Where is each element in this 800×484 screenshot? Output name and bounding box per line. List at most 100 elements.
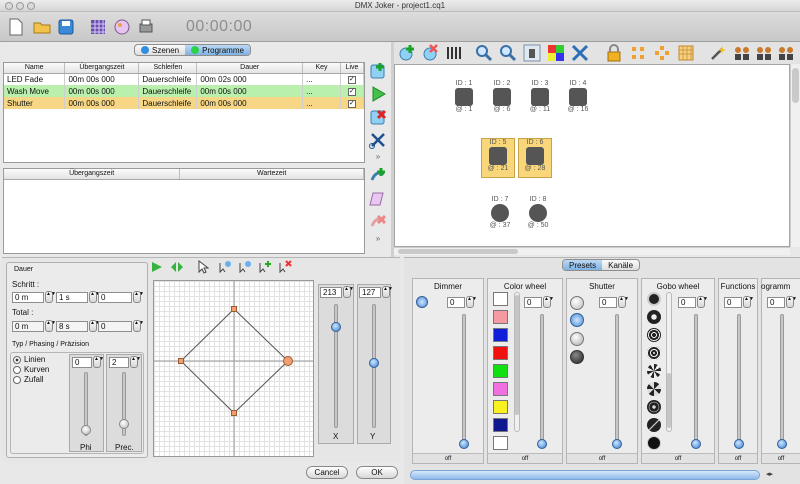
ok-button[interactable]: OK: [356, 466, 398, 479]
schritt-seconds-field[interactable]: 1 s: [56, 292, 88, 303]
zoom-out-icon[interactable]: [498, 42, 518, 64]
grid-small-icon[interactable]: [628, 42, 648, 64]
gobo-wheel-off-button[interactable]: off: [642, 453, 714, 463]
grid-full-icon[interactable]: [676, 42, 696, 64]
delete-program-icon[interactable]: [367, 106, 389, 128]
phi-slider-knob[interactable]: [81, 425, 91, 435]
total-ms-stepper[interactable]: ▲▼: [133, 320, 144, 332]
y-slider-knob[interactable]: [369, 358, 379, 368]
color-swatch-white[interactable]: [493, 292, 508, 306]
shutter-strobe-icon[interactable]: [570, 313, 584, 327]
color-wheel-slider-track[interactable]: [540, 314, 544, 448]
color-wheel-stepper[interactable]: ▲▼: [543, 296, 554, 308]
dimmer-preset-icon[interactable]: [416, 296, 428, 308]
add-point-tool-icon[interactable]: [218, 260, 232, 274]
gobo-7-icon[interactable]: [647, 400, 661, 414]
live-checkbox[interactable]: ✓: [347, 76, 356, 85]
functions-off-button[interactable]: off: [719, 453, 757, 463]
live-checkbox[interactable]: ✓: [347, 88, 356, 96]
path-point[interactable]: [231, 410, 237, 416]
table-row[interactable]: Shutter 00m 00s 000 Dauerschleife 00m 00…: [4, 97, 365, 109]
delete-step-icon[interactable]: [367, 211, 389, 233]
dimmer-off-button[interactable]: off: [413, 453, 483, 463]
programm-value-field[interactable]: 0: [767, 297, 785, 308]
crosshair-point-icon[interactable]: [283, 356, 293, 366]
color-swatch-green[interactable]: [493, 364, 508, 378]
fixture-3[interactable]: ID : 3 @ : 11: [523, 80, 557, 120]
color-palette-icon[interactable]: [112, 16, 132, 38]
colors-icon[interactable]: [546, 42, 566, 64]
color-swatch-pink[interactable]: [493, 310, 508, 324]
group-fixtures-2-icon[interactable]: [754, 42, 774, 64]
add-program-icon[interactable]: [367, 60, 389, 82]
stage-horizontal-scrollbar[interactable]: [394, 247, 790, 255]
gobo-3-icon[interactable]: [647, 328, 661, 342]
color-swatch-red[interactable]: [493, 346, 508, 360]
dimmer-value-field[interactable]: 0: [447, 297, 465, 308]
prec-slider-knob[interactable]: [119, 419, 129, 429]
add-fixture-icon[interactable]: [396, 42, 416, 64]
functions-value-field[interactable]: 0: [724, 297, 742, 308]
shutter-slider-knob[interactable]: [612, 439, 622, 449]
dimmer-slider-track[interactable]: [462, 314, 466, 448]
color-wheel-list-scrollbar[interactable]: [514, 292, 520, 432]
tab-programme[interactable]: Programme: [185, 45, 250, 55]
color-swatch-blue[interactable]: [493, 328, 508, 342]
pointer-tool-icon[interactable]: [196, 260, 210, 274]
tab-presets[interactable]: Presets: [563, 260, 603, 270]
grid-circle-icon[interactable]: [652, 42, 672, 64]
open-folder-icon[interactable]: [32, 16, 52, 38]
magic-wand-icon[interactable]: [708, 42, 728, 64]
cut-icon[interactable]: [367, 129, 389, 151]
fixture-5[interactable]: ID : 5 @ : 21: [481, 138, 515, 178]
color-swatch-white-2[interactable]: [493, 436, 508, 450]
gobo-wheel-stepper[interactable]: ▲▼: [697, 296, 708, 308]
cell-key[interactable]: ...: [302, 85, 341, 97]
column-header-transition[interactable]: Übergangszeit: [64, 63, 140, 74]
shutter-stepper[interactable]: ▲▼: [618, 296, 629, 308]
column-header-name[interactable]: Name: [4, 63, 66, 74]
color-swatch-yellow[interactable]: [493, 400, 508, 414]
collapse-arrow-icon-2[interactable]: »: [367, 232, 389, 244]
shutter-pulse-icon[interactable]: [570, 332, 584, 346]
patch-icon[interactable]: [444, 42, 464, 64]
schritt-ms-field[interactable]: 0: [98, 292, 132, 303]
gobo-wheel-slider-track[interactable]: [694, 314, 698, 448]
remove-fixture-icon[interactable]: [420, 42, 440, 64]
shutter-off-button[interactable]: off: [567, 453, 637, 463]
column-header-step-transition[interactable]: Übergangszeit: [4, 169, 181, 180]
dimmer-stepper[interactable]: ▲▼: [466, 296, 477, 308]
group-fixtures-icon[interactable]: [732, 42, 752, 64]
path-point[interactable]: [231, 306, 237, 312]
group-fixtures-3-icon[interactable]: [776, 42, 796, 64]
x-value-field[interactable]: 213: [320, 287, 342, 298]
schritt-seconds-stepper[interactable]: ▲▼: [89, 291, 100, 303]
move-point-tool-icon[interactable]: [238, 260, 252, 274]
cell-key[interactable]: ...: [302, 97, 341, 109]
xy-pad[interactable]: [153, 280, 314, 457]
prec-stepper[interactable]: ▲▼: [130, 356, 141, 368]
color-swatch-magenta[interactable]: [493, 382, 508, 396]
shutter-value-field[interactable]: 0: [599, 297, 617, 308]
tab-kanaele[interactable]: Kanäle: [602, 260, 639, 270]
x-slider-knob[interactable]: [331, 322, 341, 332]
fixture-6[interactable]: ID : 6 @ : 28: [518, 138, 552, 178]
schritt-minutes-field[interactable]: 0 m: [12, 292, 44, 303]
gobo-6-icon[interactable]: [647, 382, 661, 396]
lock-icon[interactable]: [604, 42, 624, 64]
tab-szenen[interactable]: Szenen: [135, 45, 185, 55]
total-seconds-stepper[interactable]: ▲▼: [89, 320, 100, 332]
shutter-open-icon[interactable]: [570, 296, 584, 310]
shutter-slider-track[interactable]: [615, 314, 619, 448]
play-effect-icon[interactable]: [150, 260, 164, 274]
play-program-icon[interactable]: [367, 83, 389, 105]
dimmer-slider-knob[interactable]: [459, 439, 469, 449]
live-checkbox[interactable]: ✓: [347, 100, 356, 108]
column-header-duration[interactable]: Dauer: [196, 63, 304, 74]
column-header-wait[interactable]: Wartezeit: [179, 169, 364, 180]
add-step-icon[interactable]: [367, 165, 389, 187]
schritt-ms-stepper[interactable]: ▲▼: [133, 291, 144, 303]
delete-point-tool-icon[interactable]: [278, 260, 292, 274]
gobo-wheel-slider-knob[interactable]: [691, 439, 701, 449]
insert-point-tool-icon[interactable]: [258, 260, 272, 274]
